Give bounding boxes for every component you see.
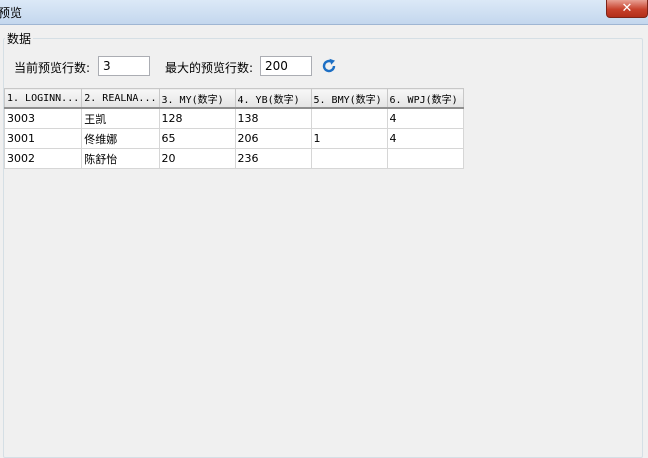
- table-cell[interactable]: 206: [234, 128, 312, 149]
- table-cell[interactable]: 王凯: [81, 107, 160, 129]
- table-cell[interactable]: 佟维娜: [81, 128, 160, 149]
- column-header[interactable]: 4. YB(数字): [234, 88, 312, 109]
- table-cell[interactable]: [310, 148, 388, 169]
- table-cell[interactable]: 3002: [3, 148, 83, 169]
- table-cell[interactable]: 3003: [3, 107, 83, 129]
- title-bar: 预览 ✕: [0, 0, 648, 25]
- column-header[interactable]: 6. WPJ(数字): [386, 88, 464, 109]
- max-rows-input[interactable]: [260, 56, 312, 76]
- table-cell[interactable]: 128: [158, 107, 236, 129]
- table-row[interactable]: 3001 佟维娜 65 206 1 4: [3, 128, 464, 149]
- table-cell[interactable]: 4: [386, 107, 464, 129]
- table-cell[interactable]: 1: [310, 128, 388, 149]
- table-cell[interactable]: 65: [158, 128, 236, 149]
- close-icon: ✕: [621, 1, 633, 16]
- column-header[interactable]: 5. BMY(数字): [310, 88, 388, 109]
- groupbox-label: 数据: [5, 30, 34, 47]
- table-cell[interactable]: 20: [158, 148, 236, 169]
- table-cell[interactable]: [386, 148, 464, 169]
- refresh-icon[interactable]: [321, 58, 337, 74]
- current-rows-label: 当前预览行数:: [14, 61, 91, 75]
- window-title: 预览: [0, 6, 23, 20]
- column-header[interactable]: 2. REALNA...: [81, 88, 160, 109]
- table-cell[interactable]: 陈舒怡: [81, 148, 160, 169]
- table-cell[interactable]: [310, 107, 388, 129]
- column-header[interactable]: 3. MY(数字): [158, 88, 236, 109]
- table-cell[interactable]: 4: [386, 128, 464, 149]
- table-row[interactable]: 3002 陈舒怡 20 236: [3, 148, 464, 169]
- table-header-row: 1. LOGINN... 2. REALNA... 3. MY(数字) 4. Y…: [3, 88, 464, 109]
- max-rows-label: 最大的预览行数:: [165, 61, 254, 75]
- column-header[interactable]: 1. LOGINN...: [3, 88, 83, 109]
- close-button[interactable]: ✕: [606, 0, 648, 18]
- table-cell[interactable]: 138: [234, 107, 312, 129]
- table-cell[interactable]: 3001: [3, 128, 83, 149]
- preview-table: 1. LOGINN... 2. REALNA... 3. MY(数字) 4. Y…: [3, 88, 464, 169]
- table-row[interactable]: 3003 王凯 128 138 4: [3, 107, 464, 129]
- table-cell[interactable]: 236: [234, 148, 312, 169]
- current-rows-input[interactable]: [98, 56, 150, 76]
